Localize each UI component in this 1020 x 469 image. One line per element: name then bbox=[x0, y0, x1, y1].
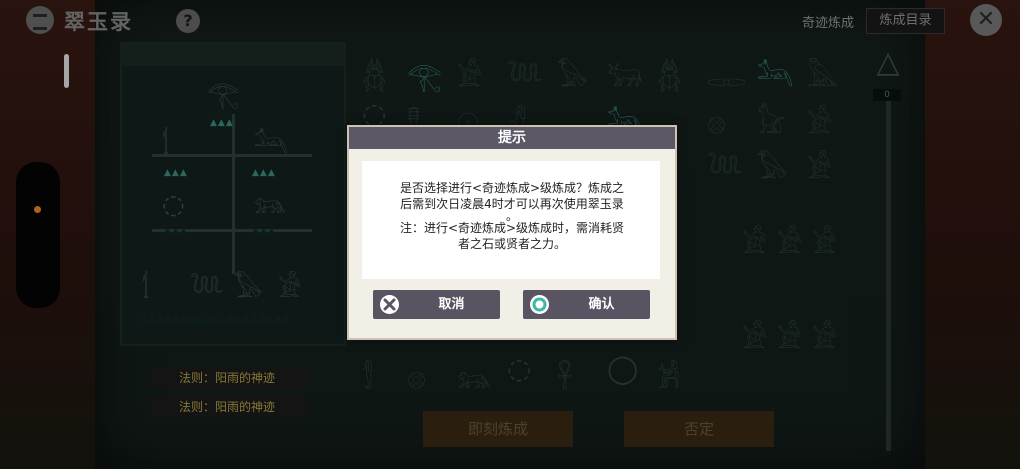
dialog-message-line: 者之石或贤者之力。 bbox=[457, 237, 566, 251]
cancel-button[interactable]: 取消 bbox=[373, 290, 500, 319]
dialog-message-line: 。 bbox=[505, 209, 518, 223]
cancel-label: 取消 bbox=[438, 297, 465, 312]
confirm-label: 确认 bbox=[588, 297, 615, 312]
dialog-message-line: 注：进行<奇迹炼成>级炼成时，需消耗贤 bbox=[399, 221, 625, 235]
dialog-message-line: 是否选择进行<奇迹炼成>级炼成？炼成之 bbox=[399, 181, 625, 195]
dialog-title: 提示 bbox=[349, 127, 675, 149]
dialog-message: 是否选择进行<奇迹炼成>级炼成？炼成之 后需到次日凌晨4时才可以再次使用翠玉录 … bbox=[363, 180, 661, 252]
confirm-dialog: 提示 是否选择进行<奇迹炼成>级炼成？炼成之 后需到次日凌晨4时才可以再次使用翠… bbox=[347, 125, 677, 340]
circle-check-icon bbox=[530, 295, 549, 314]
game-screen: 翠玉录 ? 奇迹炼成 炼成目录 ✕ 𓂀 ▲▲▲ 𓌀 𓃢 ▲▲▲ ▲▲▲ ◌ 𓃬 … bbox=[0, 0, 1020, 469]
close-x-icon bbox=[380, 295, 399, 314]
confirm-button[interactable]: 确认 bbox=[523, 290, 650, 319]
